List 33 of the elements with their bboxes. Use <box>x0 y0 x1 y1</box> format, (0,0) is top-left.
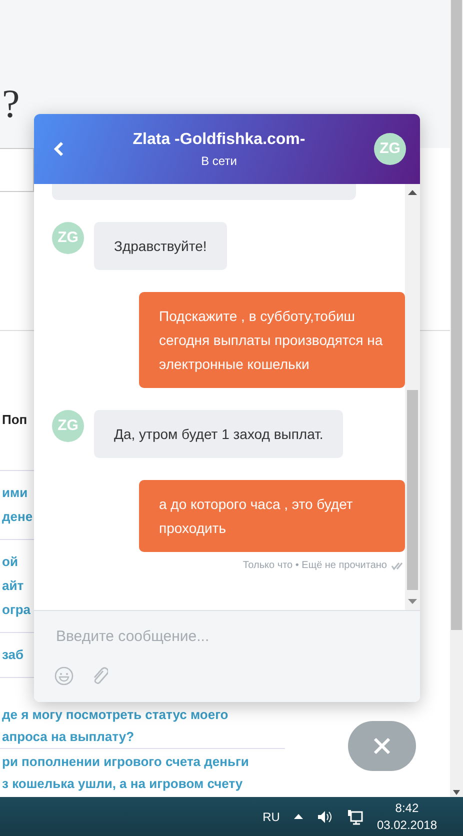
faq-link[interactable]: ой айт огра <box>2 550 31 622</box>
close-icon <box>373 737 391 755</box>
agent-avatar: ZG <box>52 222 84 254</box>
section-title: Поп <box>2 411 28 429</box>
network-icon[interactable] <box>346 808 363 824</box>
message-bubble: Да, утром будет 1 заход выплат. <box>94 410 344 458</box>
language-indicator[interactable]: RU <box>262 808 280 826</box>
faq-link[interactable]: ри пополнении игрового счета деньги з кошелька ушли, а на игровом счету <box>2 751 249 795</box>
tray-expand-icon[interactable] <box>294 814 303 819</box>
faq-link[interactable]: ими дене <box>2 481 33 529</box>
agent-avatar: ZG <box>52 410 84 442</box>
chevron-left-icon <box>54 140 64 157</box>
speaker-icon[interactable] <box>316 810 333 824</box>
double-check-icon <box>391 562 405 570</box>
close-button[interactable] <box>348 721 416 771</box>
page-heading: ? <box>2 84 20 124</box>
chat-title: Zlata -Goldfishka.com- <box>132 130 306 150</box>
message-input[interactable]: Введите сообщение... <box>54 625 400 650</box>
scroll-down-icon[interactable] <box>453 790 460 795</box>
clock[interactable]: 8:42 03.02.2018 <box>376 800 437 833</box>
read-receipt: Только что • Ещё не прочитано <box>242 559 387 573</box>
clock-time: 8:42 <box>394 800 420 816</box>
message-bubble: а до которого часа , это будет проходить <box>139 480 405 552</box>
agent-avatar: ZG <box>374 133 406 165</box>
online-status: В сети <box>200 153 238 170</box>
faq-link[interactable]: заб <box>2 643 24 667</box>
message-bubble: Подскажите , в субботу,тобиш сегодня выплаты производятся на электронные кошельки <box>139 292 405 388</box>
scroll-down-icon[interactable] <box>408 599 417 604</box>
faq-link[interactable]: де я могу посмотреть статус моего апроса на выплату? <box>2 704 228 748</box>
smiley-icon[interactable] <box>54 666 74 686</box>
message-bubble: Здравствуйте! <box>94 222 227 270</box>
clock-date: 03.02.2018 <box>376 816 437 833</box>
scroll-up-icon[interactable] <box>408 190 417 195</box>
